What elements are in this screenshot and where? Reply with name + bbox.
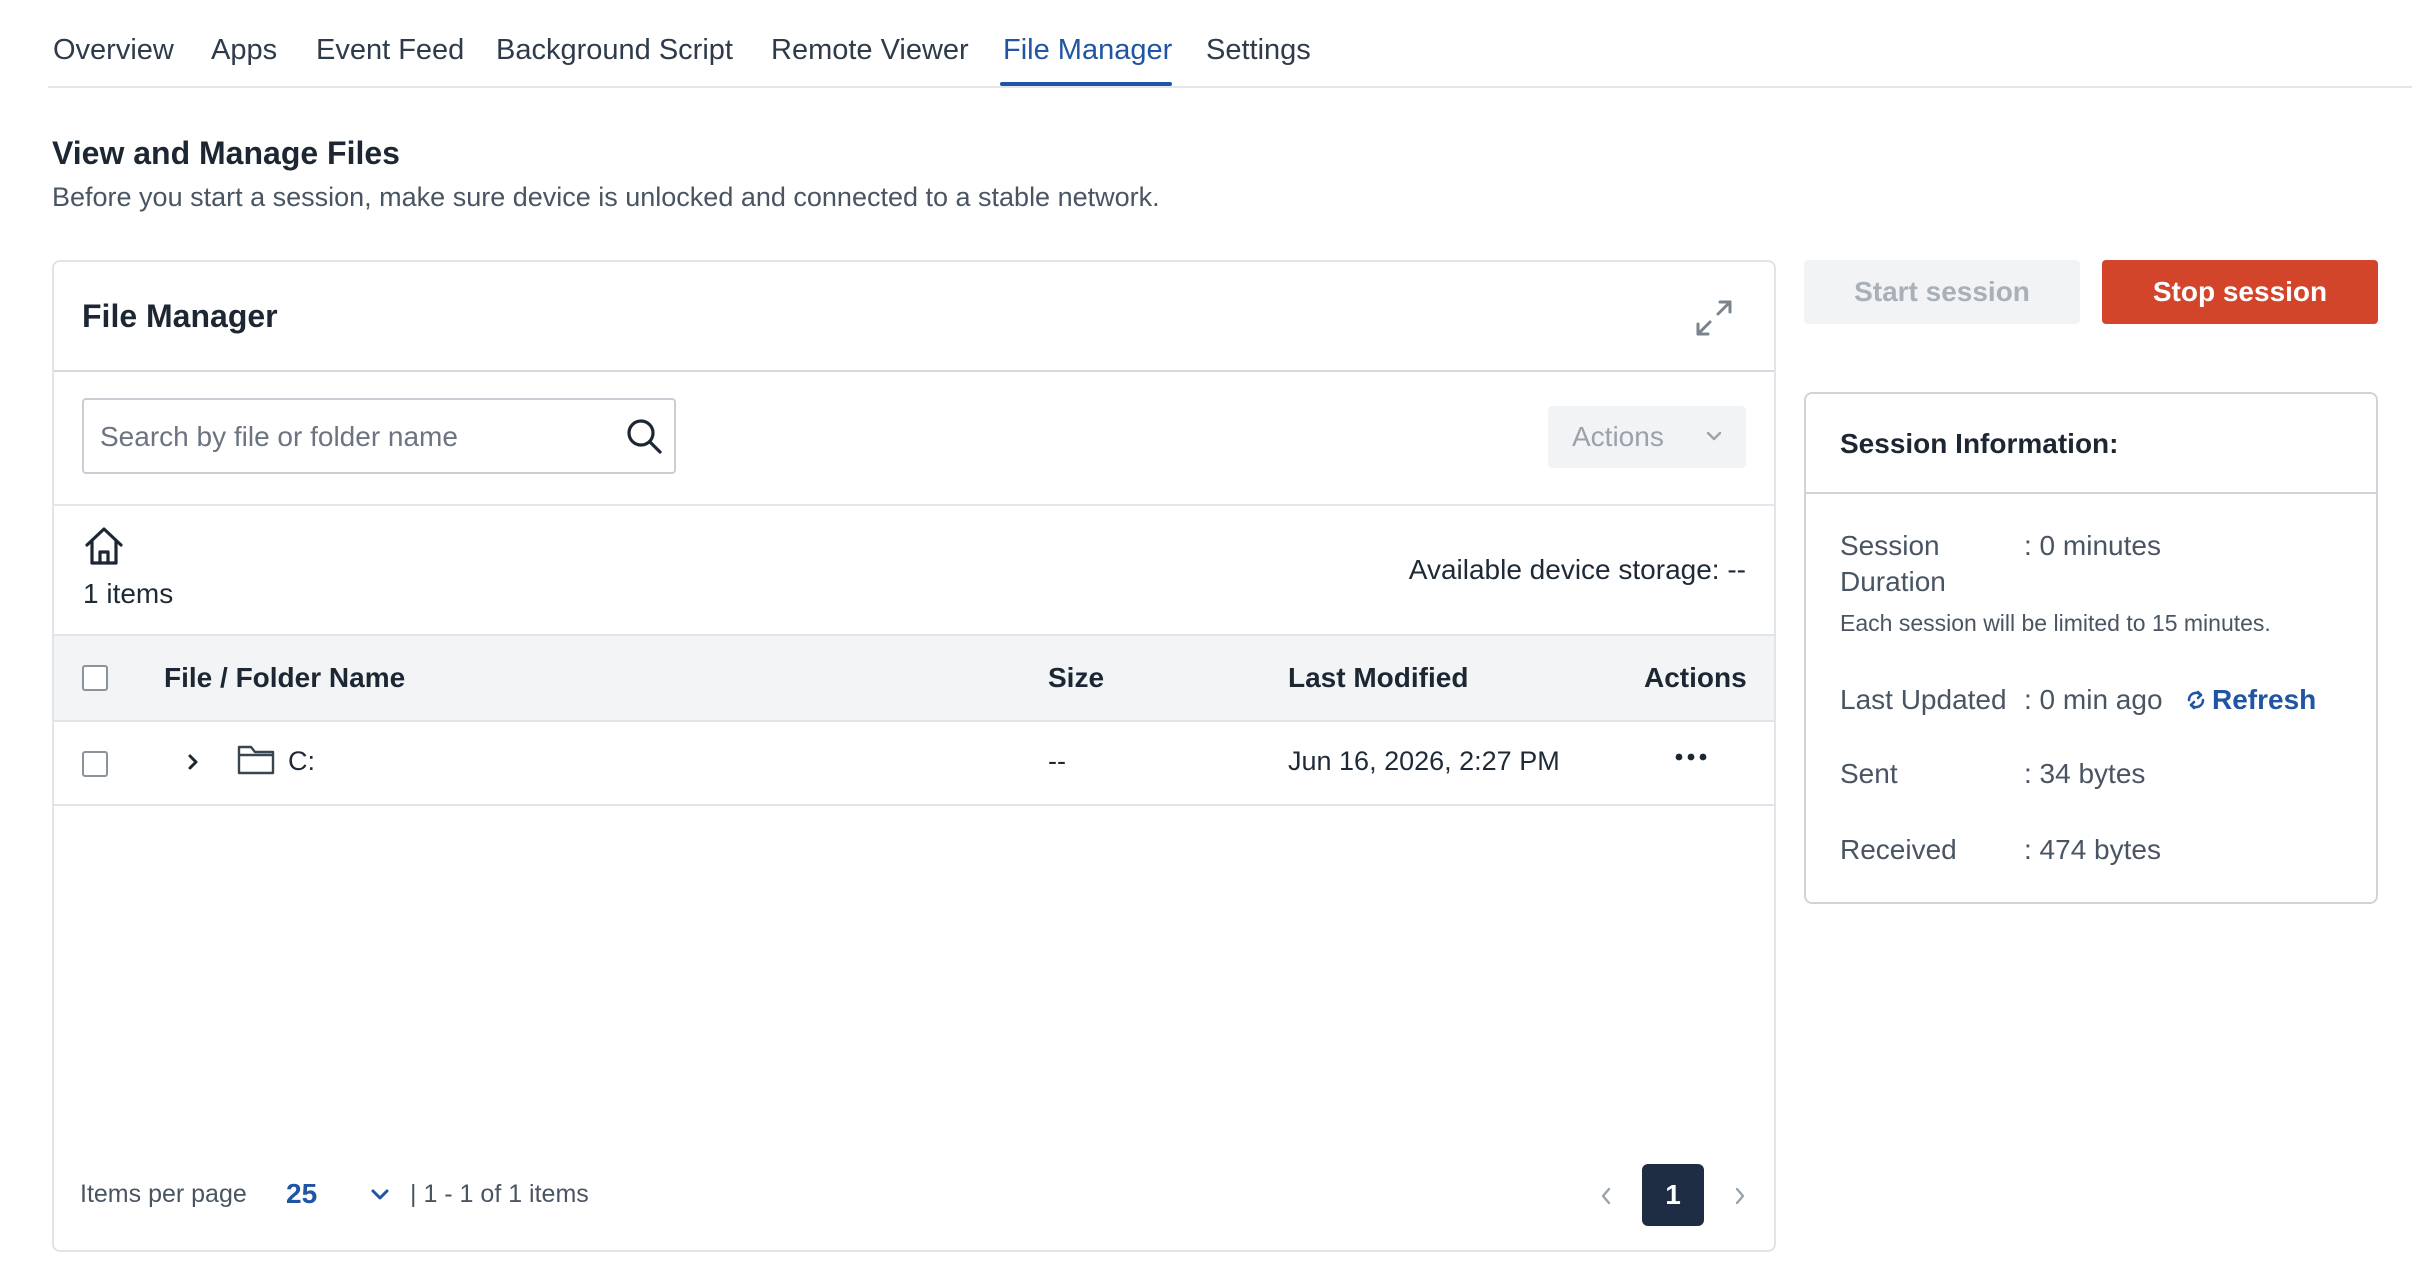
page-number-button[interactable]: 1 bbox=[1642, 1164, 1704, 1226]
tab-settings[interactable]: Settings bbox=[1206, 34, 1311, 67]
page-title: View and Manage Files bbox=[52, 135, 400, 171]
search-box bbox=[82, 398, 676, 474]
last-updated-label: Last Updated bbox=[1840, 684, 2007, 715]
prev-page-icon[interactable] bbox=[1598, 1184, 1614, 1208]
refresh-link[interactable]: Refresh bbox=[2184, 684, 2316, 716]
column-modified-header[interactable]: Last Modified bbox=[1288, 662, 1468, 694]
tab-background-script[interactable]: Background Script bbox=[496, 34, 733, 67]
search-icon[interactable] bbox=[624, 416, 664, 456]
divider bbox=[54, 504, 1774, 506]
page-subtitle: Before you start a session, make sure de… bbox=[52, 182, 1160, 212]
row-name[interactable]: C: bbox=[288, 746, 315, 777]
session-duration-label-2: Duration bbox=[1840, 566, 1946, 597]
device-storage: Available device storage: -- bbox=[1408, 554, 1746, 585]
session-duration-value: : 0 minutes bbox=[2024, 530, 2161, 561]
chevron-down-icon[interactable] bbox=[370, 1188, 390, 1202]
file-manager-panel: File Manager Actions 1 items Available d… bbox=[52, 260, 1776, 1252]
items-per-page-label: Items per page bbox=[80, 1180, 247, 1208]
column-name-header[interactable]: File / Folder Name bbox=[164, 662, 405, 694]
session-duration-label: Session bbox=[1840, 530, 1940, 561]
start-session-button[interactable]: Start session bbox=[1804, 260, 2080, 324]
tab-bar: Overview Apps Event Feed Background Scri… bbox=[48, 0, 2412, 88]
tab-apps[interactable]: Apps bbox=[211, 34, 277, 67]
tab-remote-viewer[interactable]: Remote Viewer bbox=[771, 34, 969, 67]
row-size: -- bbox=[1048, 746, 1066, 776]
session-info-panel: Session Information: Session Duration : … bbox=[1804, 392, 2378, 904]
items-range: | 1 - 1 of 1 items bbox=[410, 1180, 589, 1208]
stop-session-button[interactable]: Stop session bbox=[2102, 260, 2378, 324]
items-count: 1 items bbox=[83, 578, 174, 609]
actions-dropdown-label: Actions bbox=[1572, 421, 1664, 452]
session-info-title: Session Information: bbox=[1840, 428, 2119, 459]
file-manager-title: File Manager bbox=[82, 298, 278, 334]
session-info-header: Session Information: bbox=[1806, 394, 2376, 494]
active-tab-indicator bbox=[1000, 82, 1172, 86]
sent-value: : 34 bytes bbox=[2024, 758, 2146, 789]
table-header: File / Folder Name Size Last Modified Ac… bbox=[54, 634, 1774, 722]
table-row[interactable]: C: -- Jun 16, 2026, 2:27 PM bbox=[54, 722, 1774, 806]
tab-overview[interactable]: Overview bbox=[53, 34, 174, 67]
session-limit-note: Each session will be limited to 15 minut… bbox=[1840, 610, 2271, 636]
column-size-header[interactable]: Size bbox=[1048, 662, 1104, 694]
column-actions-header: Actions bbox=[1644, 662, 1747, 693]
received-label: Received bbox=[1840, 834, 1957, 865]
items-per-page-select[interactable]: 25 bbox=[286, 1178, 317, 1210]
home-icon[interactable] bbox=[82, 524, 126, 568]
sent-label: Sent bbox=[1840, 758, 1898, 789]
refresh-icon bbox=[2187, 690, 2205, 710]
last-updated-value: : 0 min ago bbox=[2024, 684, 2163, 715]
file-manager-header: File Manager bbox=[54, 262, 1774, 372]
refresh-label: Refresh bbox=[2212, 684, 2317, 715]
next-page-icon[interactable] bbox=[1732, 1184, 1748, 1208]
chevron-right-icon[interactable] bbox=[184, 750, 202, 774]
select-all-checkbox[interactable] bbox=[82, 665, 108, 691]
folder-icon bbox=[237, 745, 275, 775]
tab-file-manager[interactable]: File Manager bbox=[1003, 34, 1172, 67]
expand-icon[interactable] bbox=[1692, 296, 1736, 340]
row-checkbox[interactable] bbox=[82, 751, 108, 777]
search-input[interactable] bbox=[98, 400, 602, 474]
pagination: Items per page 25 | 1 - 1 of 1 items 1 bbox=[54, 1154, 1774, 1234]
row-modified: Jun 16, 2026, 2:27 PM bbox=[1288, 746, 1560, 776]
actions-dropdown[interactable]: Actions bbox=[1548, 406, 1746, 468]
more-options-icon[interactable] bbox=[1669, 742, 1713, 772]
tab-event-feed[interactable]: Event Feed bbox=[316, 34, 464, 67]
received-value: : 474 bytes bbox=[2024, 834, 2161, 865]
chevron-down-icon bbox=[1706, 431, 1722, 441]
